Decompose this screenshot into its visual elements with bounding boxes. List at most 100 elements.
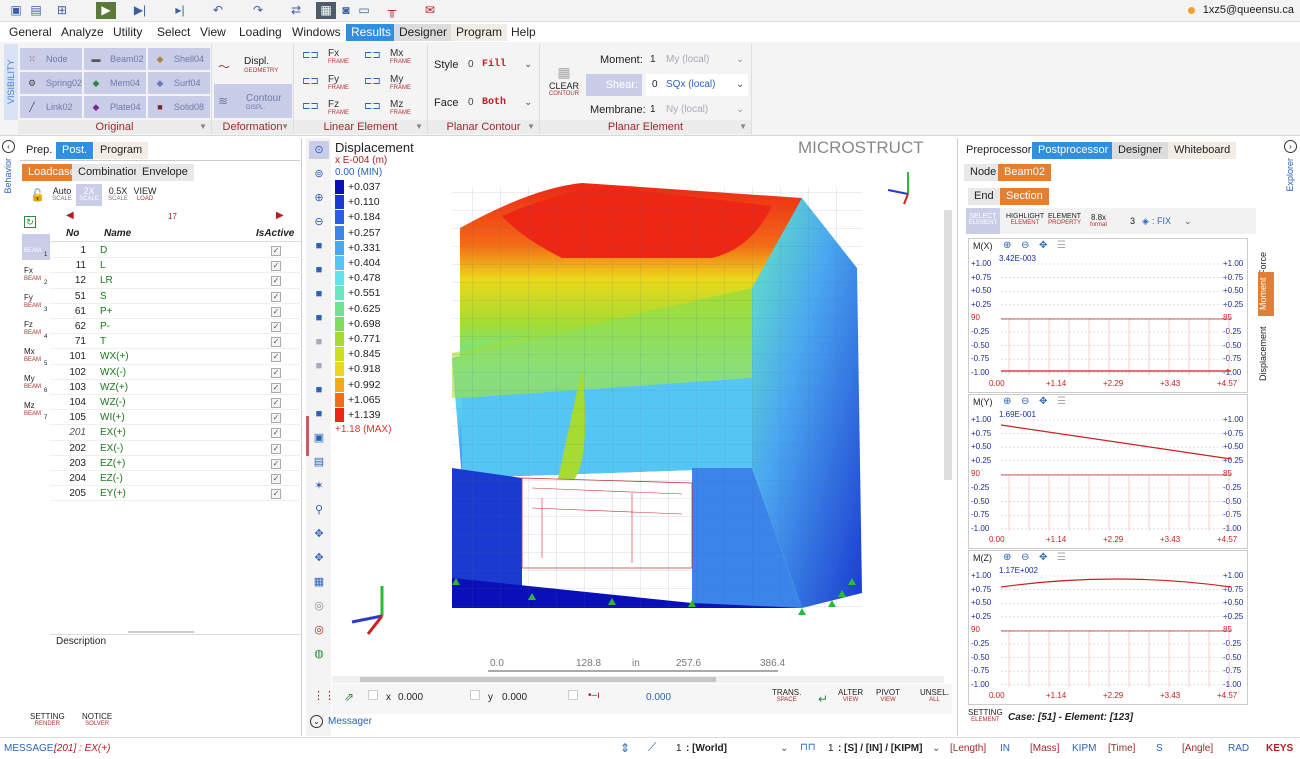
membrane-select[interactable]: 1 Ny (local) ⌄ <box>646 100 746 120</box>
camera-icon[interactable]: ◙ <box>336 2 356 19</box>
run-icon[interactable]: ▶ <box>96 2 116 19</box>
snap-icon[interactable]: ⇗ <box>344 690 354 704</box>
user-account[interactable]: 1xz5@queensu.ca <box>1187 4 1294 16</box>
menu-loading[interactable]: Loading <box>234 24 287 41</box>
active-checkbox[interactable]: ✓ <box>271 413 281 424</box>
splitter[interactable] <box>128 631 194 633</box>
menu-analyze[interactable]: Analyze <box>56 24 109 41</box>
view-left-icon[interactable]: ■ <box>313 384 325 396</box>
tile-surf04[interactable]: ◆ Surf04 <box>148 72 210 94</box>
mx-frame-button[interactable]: ⊏⊐ Mx FRAME <box>364 48 411 66</box>
step-forward-icon[interactable]: ▸| <box>170 2 190 19</box>
horizontal-scrollbar[interactable] <box>332 676 944 683</box>
active-checkbox[interactable]: ✓ <box>271 367 281 378</box>
element-property-button[interactable]: ELEMENT PROPERTY <box>1048 213 1081 226</box>
menu-designer[interactable]: Designer <box>394 24 453 41</box>
save-view-icon[interactable]: ▣ <box>313 432 325 444</box>
save-icon[interactable]: ▣ <box>6 2 26 19</box>
z-coordinate[interactable]: 0.000 <box>646 692 671 703</box>
menu-program[interactable]: Program <box>451 24 508 41</box>
vertical-arrows-icon[interactable]: ⇕ <box>620 741 630 755</box>
angle-unit[interactable]: RAD <box>1228 743 1249 754</box>
collapse-right-icon[interactable]: › <box>1284 140 1297 153</box>
fz-frame-button[interactable]: ⊏⊐ Fz FRAME <box>302 99 349 117</box>
window-icon[interactable]: ▭ <box>354 2 374 19</box>
pan-icon[interactable]: ✥ <box>313 528 325 540</box>
menu-view[interactable]: View <box>195 24 231 41</box>
menu-select[interactable]: Select <box>152 24 195 41</box>
render-icon[interactable]: ▤ <box>313 456 325 468</box>
tile-plate04[interactable]: ◆ Plate04 <box>84 96 146 118</box>
keys-button[interactable]: KEYS <box>1266 743 1293 754</box>
chevron-down-icon[interactable]: ▼ <box>415 120 423 134</box>
active-checkbox[interactable]: ✓ <box>271 398 281 408</box>
format-button[interactable]: 8.8x format <box>1090 213 1107 228</box>
tab-program[interactable]: Program <box>94 142 149 159</box>
model-icon[interactable]: ⊞ <box>52 2 72 19</box>
rotate-icon[interactable]: ✥ <box>313 552 325 564</box>
table-row[interactable]: 102 WX(-) ✓ <box>50 365 302 380</box>
tile-link02[interactable]: ╱ Link02 <box>20 96 82 118</box>
unit-system-select[interactable]: 1: [S] / [IN] / [KIPM] ⌄ <box>824 740 944 757</box>
table-row[interactable]: 62 P- ✓ <box>50 319 302 335</box>
table-row[interactable]: 104 WZ(-) ✓ <box>50 395 302 411</box>
target-icon[interactable]: ◎ <box>313 600 325 612</box>
table-row[interactable]: 61 P+ ✓ <box>50 304 302 319</box>
chevron-down-icon[interactable]: ⌄ <box>310 715 323 728</box>
notice-solver-button[interactable]: NOTICE SOLVER <box>82 712 112 727</box>
tab-node[interactable]: Node <box>964 164 1003 181</box>
active-checkbox[interactable]: ✓ <box>271 352 281 363</box>
table-row[interactable]: 204 EZ(-) ✓ <box>50 471 302 487</box>
table-row[interactable]: 12 LR ✓ <box>50 273 302 289</box>
tile-mem04[interactable]: ◆ Mem04 <box>84 72 146 94</box>
zoom-window-icon[interactable]: ⊙ <box>313 144 325 156</box>
redo-icon[interactable]: ↷ <box>248 2 268 19</box>
shear-label[interactable]: Shear: <box>586 74 642 96</box>
coordinate-system-select[interactable]: 1: [World] ⌄ <box>672 740 794 757</box>
active-checkbox[interactable]: ✓ <box>271 428 281 439</box>
tab-combination[interactable]: Combination <box>72 164 146 181</box>
vtab-moment[interactable]: Moment <box>1258 272 1274 316</box>
time-unit[interactable]: S <box>1156 743 1163 754</box>
x-coordinate[interactable]: 0.000 <box>398 692 423 703</box>
table-row[interactable]: 203 EZ(+) ✓ <box>50 456 302 471</box>
menu-windows[interactable]: Windows <box>287 24 346 41</box>
shear-select[interactable]: 0 SQx (local) ⌄ <box>646 74 748 96</box>
swap-icon[interactable]: ⇄ <box>286 2 306 19</box>
style-select[interactable]: 0 Fill ⌄ <box>464 54 538 76</box>
tile-node[interactable]: ⁙ Node <box>20 48 82 70</box>
select-element-button[interactable]: SELECT ELEMENT <box>966 208 1000 234</box>
scale-half-button[interactable]: 0.5X SCALE <box>106 186 130 202</box>
splitter-handle[interactable] <box>306 416 309 456</box>
active-checkbox[interactable]: ✓ <box>271 246 281 256</box>
tab-end[interactable]: End <box>968 188 1000 205</box>
view-bottom-icon[interactable]: ■ <box>313 360 325 372</box>
search-icon[interactable]: ⚲ <box>313 504 325 516</box>
zoom-out-icon[interactable]: ⊖ <box>313 216 325 228</box>
fy-frame-button[interactable]: ⊏⊐ Fy FRAME <box>302 74 349 92</box>
active-checkbox[interactable]: ✓ <box>271 443 281 454</box>
explorer-tab[interactable]: Explorer <box>1285 158 1295 192</box>
contour-button[interactable]: ≋ Contour DISPL. <box>214 84 292 118</box>
side-item-fz[interactable]: Fz BEAM 4 <box>22 318 50 342</box>
setting-element-button[interactable]: SETTING ELEMENT <box>968 708 1003 723</box>
tile-spring02[interactable]: ⚙ Spring02 <box>20 72 82 94</box>
vertical-scrollbar[interactable] <box>944 210 952 480</box>
tab-section[interactable]: Section <box>1000 188 1049 205</box>
collapse-left-icon[interactable]: ‹ <box>2 140 15 153</box>
fx-frame-button[interactable]: ⊏⊐ Fx FRAME <box>302 48 349 66</box>
menu-help[interactable]: Help <box>506 24 541 41</box>
table-row[interactable]: 51 S ✓ <box>50 289 302 304</box>
view-side-icon[interactable]: ■ <box>313 312 325 324</box>
table-row[interactable]: 103 WZ(+) ✓ <box>50 380 302 395</box>
lock-icon[interactable]: 🔓 <box>30 188 45 202</box>
pivot-view-button[interactable]: PIVOT VIEW <box>876 688 900 703</box>
prev-page-icon[interactable]: ◀ <box>66 210 74 221</box>
messager-bar[interactable]: ⌄ Messager <box>310 715 950 731</box>
menu-results[interactable]: Results <box>346 24 397 41</box>
film-icon[interactable]: ▦ <box>313 576 325 588</box>
chevron-down-icon[interactable]: ▼ <box>739 120 747 134</box>
mass-unit[interactable]: KIPM <box>1072 743 1096 754</box>
clear-contour-button[interactable]: ▦ CLEAR CONTOUR <box>544 64 584 108</box>
undo-icon[interactable]: ↶ <box>208 2 228 19</box>
